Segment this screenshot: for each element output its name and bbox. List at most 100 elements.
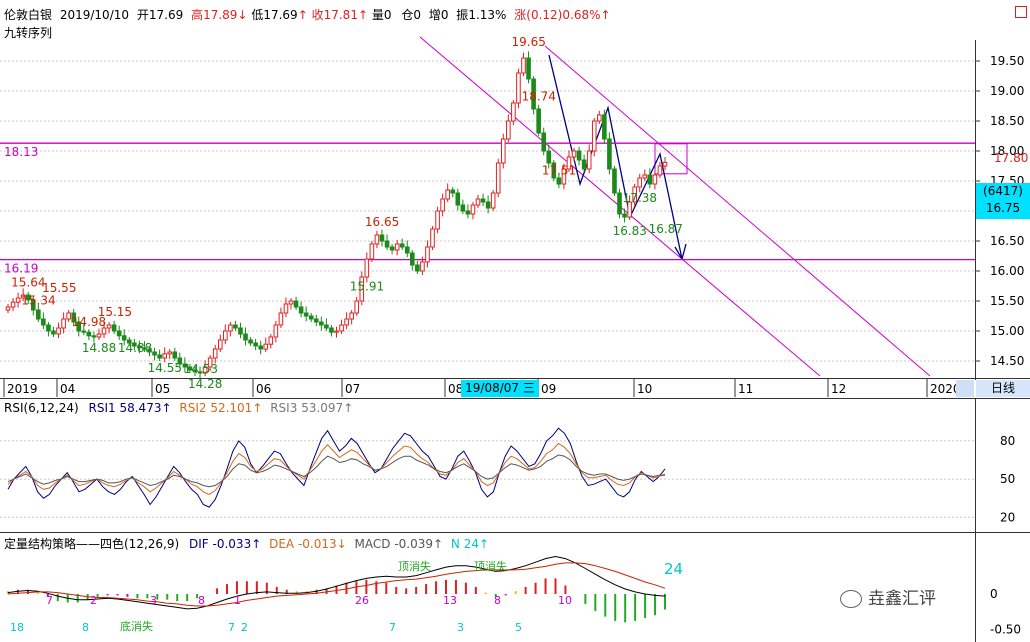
candle-body <box>622 213 627 218</box>
candle-body <box>425 246 430 263</box>
candle-body <box>248 339 253 344</box>
candle-body <box>576 150 582 161</box>
macd-count-label: 2 <box>90 594 97 607</box>
candle-body <box>283 303 289 314</box>
macd-count-label: 26 <box>355 594 369 607</box>
price-axis-label: 16.50 <box>990 234 1024 248</box>
low-annotation: 14.88 <box>118 341 152 355</box>
candle-body <box>470 204 476 215</box>
candle-body <box>435 210 440 230</box>
period-tab[interactable]: 日线 <box>976 380 1030 397</box>
candle-body <box>490 192 496 209</box>
macd-title: 定量结构策略——四色(12,26,9) <box>4 537 180 551</box>
low-annotation: 16.87 <box>649 222 683 236</box>
n-value: 24 <box>463 537 480 551</box>
candle-body <box>81 330 87 333</box>
macd-count-label: 1 <box>234 594 241 607</box>
candle-body <box>394 243 400 251</box>
macd-big-number: 24 <box>664 560 684 578</box>
rsi-line-rsi1 <box>7 427 666 508</box>
candle-body <box>389 246 395 251</box>
candle-body <box>162 353 167 359</box>
time-axis-label: 04 <box>60 382 75 396</box>
candle-body <box>516 72 521 104</box>
low-annotation: 14.88 <box>82 341 116 355</box>
macd-tag: 顶消失 <box>474 559 507 573</box>
macd-value: -0.039 <box>394 537 434 551</box>
macd-header: 定量结构策略——四色(12,26,9) DIF -0.033↑ DEA -0.0… <box>4 535 489 552</box>
candle-body <box>10 301 16 308</box>
price-axis-label: 19.00 <box>990 84 1024 98</box>
candle-body <box>445 189 450 200</box>
arrow-up-icon: ↑ <box>479 537 490 551</box>
scroll-marker <box>956 380 974 397</box>
candle-body <box>662 161 668 167</box>
candle-body <box>91 335 97 338</box>
candle-body <box>273 324 279 338</box>
candle-body <box>475 198 481 206</box>
candle-body <box>308 315 314 320</box>
macd-count-label: 10 <box>558 594 572 607</box>
high-annotation: 18.74 <box>522 90 556 104</box>
macd-count-label: 8 <box>494 594 501 607</box>
arrow-down-icon: ↓ <box>336 537 347 551</box>
rsi-line-rsi2 <box>7 442 666 495</box>
macd-count-label: 7 <box>228 621 235 634</box>
candle-body <box>460 204 466 212</box>
cursor-price: 16.75 <box>985 201 1021 215</box>
candle-body <box>586 150 592 170</box>
candle-body <box>334 330 339 333</box>
high-annotation: 16.65 <box>365 215 399 229</box>
price-axis-label: 15.00 <box>990 324 1024 338</box>
high-annotation: 19.65 <box>511 35 545 49</box>
candle-body <box>253 342 258 347</box>
candle-body <box>354 300 360 314</box>
macd-count-label: 7 <box>389 621 396 634</box>
time-cursor-tag: 19/08/07 三 <box>461 380 539 397</box>
candle-body <box>152 351 157 356</box>
watermark-text: 垚鑫汇评 <box>868 589 936 609</box>
candle-body <box>303 312 309 317</box>
low-annotation: 17.38 <box>623 191 657 205</box>
candle-body <box>121 335 127 341</box>
candle-body <box>5 306 11 311</box>
candle-body <box>228 324 233 332</box>
rsi-panel: 80 50 20 <box>0 427 1015 524</box>
candle-body <box>455 192 461 206</box>
candle-body <box>465 210 471 215</box>
rsi3-label: RSI3 <box>270 401 298 415</box>
candle-body <box>450 189 456 194</box>
low-annotation: 14.28 <box>188 377 222 391</box>
rsi-title: RSI(6,12,24) <box>4 401 79 415</box>
candle-body <box>612 168 617 194</box>
rsi-axis-label: 80 <box>1000 434 1015 448</box>
candle-body <box>212 348 218 359</box>
candle-body <box>349 312 354 320</box>
arrow-up-icon: ↑ <box>343 401 354 415</box>
price-axis-label: 19.50 <box>990 54 1024 68</box>
macd-axis-label: -0.50 <box>990 622 1021 636</box>
macd-count-label: 3 <box>457 621 464 634</box>
candle-body <box>657 165 663 176</box>
candle-body <box>485 201 491 209</box>
candle-body <box>106 324 112 329</box>
macd-count-label: 8 <box>198 594 205 607</box>
candle-body <box>258 345 263 350</box>
low-annotation: 16.83 <box>613 224 647 238</box>
wechat-icon <box>840 590 862 608</box>
candle-body <box>591 120 597 152</box>
price-axis-label: 14.50 <box>990 354 1024 368</box>
candle-body <box>233 324 238 329</box>
candle-body <box>344 318 349 326</box>
price-axis-label: 16.00 <box>990 264 1024 278</box>
macd-count-label: 18 <box>10 621 24 634</box>
time-axis-label: 06 <box>256 382 271 396</box>
high-annotation: 15.55 <box>42 281 76 295</box>
candle-body <box>404 246 410 254</box>
candle-body <box>56 327 61 335</box>
candle-body <box>46 324 51 332</box>
candle-body <box>51 330 56 335</box>
time-axis-label: 2019 <box>7 382 38 396</box>
candle-body <box>364 258 370 278</box>
candle-body <box>329 327 334 333</box>
